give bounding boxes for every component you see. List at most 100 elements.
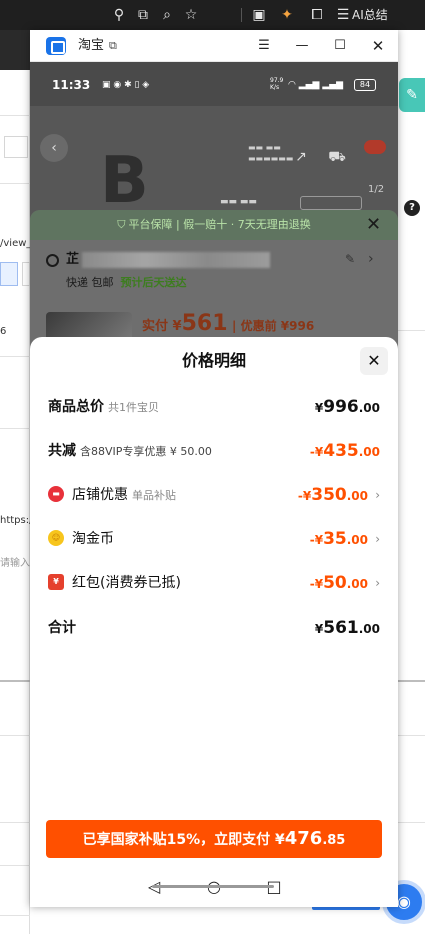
row-store-discount[interactable]: ▬ 店铺优惠 单品补贴 -¥350.00 › — [48, 483, 380, 507]
chevron-right-icon[interactable]: › — [375, 574, 380, 592]
background-selected-box[interactable] — [0, 262, 18, 286]
background-divider — [398, 680, 425, 682]
price-detail-title: 价格明细 — [181, 351, 246, 370]
address-redacted — [82, 252, 270, 268]
price-detail-close-icon[interactable]: ✕ — [360, 347, 388, 375]
amount-integer: 561 — [323, 618, 359, 638]
product-spec-button[interactable] — [300, 196, 362, 210]
row-amount: ¥561.00 — [315, 616, 380, 641]
pay-now-button[interactable]: 已享国家补贴15%，立即支付 ¥476.85 — [46, 820, 382, 858]
maximize-icon[interactable]: ☐ — [329, 35, 351, 57]
fox-extension-icon[interactable]: ✦ — [278, 6, 296, 24]
amount-currency: ¥ — [314, 401, 324, 415]
location-icon[interactable]: ⚲ — [110, 6, 128, 24]
background-page-left — [0, 30, 30, 934]
order-sheet-close-icon[interactable]: ✕ — [366, 214, 381, 236]
row-taobao-coins[interactable]: ☺ 淘金币 -¥35.00 › — [48, 527, 380, 551]
cart-badge — [364, 140, 386, 154]
background-dark-strip — [0, 30, 30, 70]
before-discount-price: | 优惠前 ¥996 — [232, 319, 315, 333]
help-icon[interactable]: ? — [404, 200, 420, 216]
shield-icon: ⛉ — [117, 218, 126, 231]
status-bar: 11:33 ▣ ◉ ✱ ▯ ◈ 97.9 K/s ◠ ▂▄▆ ▂▄▆ 84 — [30, 62, 398, 106]
row-label-text: 共减 — [48, 443, 76, 459]
background-clock-field[interactable] — [4, 136, 28, 158]
chevron-right-icon[interactable]: › — [375, 530, 380, 548]
address-name[interactable]: 芷 — [66, 252, 79, 268]
bookmark-star-icon[interactable]: ☆ — [182, 6, 200, 24]
window-title: 淘宝 — [78, 38, 105, 53]
background-url-fragment: /view_ — [0, 238, 32, 249]
background-divider — [0, 915, 30, 916]
signal-icons: ◠ ▂▄▆ ▂▄▆ — [288, 80, 344, 90]
phone-screen: 11:33 ▣ ◉ ✱ ▯ ◈ 97.9 K/s ◠ ▂▄▆ ▂▄▆ 84 ‹ B… — [30, 62, 398, 907]
close-window-icon[interactable]: ✕ — [367, 35, 389, 57]
background-divider — [0, 680, 30, 682]
amount-decimal: .00 — [358, 622, 380, 636]
row-label-text: 合计 — [48, 620, 76, 636]
toolbar-divider — [241, 8, 242, 22]
product-spec-graphic: ▬▬ ▬▬ — [220, 197, 257, 207]
background-divider — [0, 428, 30, 429]
status-notification-icons: ▣ ◉ ✱ ▯ ◈ — [102, 80, 150, 90]
amount-currency: -¥ — [297, 489, 312, 503]
background-field-value: 6 — [0, 326, 7, 337]
window-titlebar[interactable]: 淘宝 ⧉ ☰ — ☐ ✕ — [30, 30, 398, 62]
ai-summary-button[interactable]: AI总结 — [352, 6, 388, 24]
shipping-method: 快递 包邮 — [66, 276, 114, 289]
menu-icon[interactable]: ☰ — [253, 35, 275, 57]
chevron-right-icon[interactable]: › — [368, 251, 374, 267]
net-speed-unit: K/s — [270, 84, 280, 91]
pin-window-icon[interactable]: ⧉ — [109, 39, 117, 53]
background-divider — [0, 865, 30, 866]
background-page-right — [398, 30, 425, 934]
row-sublabel: 单品补贴 — [132, 489, 176, 502]
chevron-right-icon[interactable]: › — [375, 486, 380, 504]
background-input-placeholder[interactable]: 请输入 — [0, 554, 30, 569]
amount-currency: -¥ — [309, 533, 324, 547]
background-divider — [398, 330, 425, 331]
background-box[interactable] — [22, 262, 30, 286]
delivery-estimate: 预计后天送达 — [120, 276, 187, 289]
guarantee-text: 平台保障 | 假一赔十 · 7天无理由退换 — [128, 218, 311, 231]
row-red-packet[interactable]: ¥ 红包(消费券已抵) -¥50.00 › — [48, 571, 380, 595]
row-label-text: 商品总价 — [48, 399, 104, 415]
mirror-window: 淘宝 ⧉ ☰ — ☐ ✕ 11:33 ▣ ◉ ✱ ▯ ◈ 97.9 K/s ◠ ▂… — [30, 30, 398, 907]
amount-decimal: .00 — [346, 533, 368, 547]
cart-icon[interactable]: ⛟ — [326, 146, 348, 168]
coin-icon: ☺ — [48, 530, 64, 546]
puzzle-icon[interactable]: ⧠ — [308, 6, 326, 24]
row-sublabel: 共1件宝贝 — [108, 401, 159, 414]
row-sublabel: 含88VIP专享优惠 ¥ 50.00 — [80, 445, 212, 458]
price-detail-sheet: 价格明细 ✕ 商品总价 共1件宝贝 ¥996.00 共减 含88VIP专享优惠 ¥ … — [30, 337, 398, 907]
paid-label: 实付 ¥ — [142, 319, 182, 334]
row-label-text: 店铺优惠 — [72, 487, 128, 503]
back-icon[interactable]: ‹ — [40, 134, 68, 162]
row-label-text: 红包(消费券已抵) — [72, 575, 181, 591]
background-divider — [0, 822, 30, 823]
zoom-icon[interactable]: ⌕ — [158, 6, 176, 24]
browser-toolbar: ⚲ ⧉ ⌕ ☆ ▣ ✦ ⧠ ☰ AI总结 — [0, 0, 425, 30]
amount-currency: ¥ — [314, 622, 324, 636]
row-label: 店铺优惠 单品补贴 — [72, 485, 176, 506]
row-amount: -¥35.00 — [310, 527, 368, 552]
gesture-handle[interactable] — [152, 885, 274, 888]
share-icon[interactable]: ↗ — [290, 146, 312, 168]
amount-decimal: .00 — [358, 445, 380, 459]
extension-icon[interactable]: ▣ — [250, 6, 268, 24]
battery-icon: 84 — [354, 79, 376, 91]
amount-integer: 50 — [323, 573, 347, 593]
amount-decimal: .00 — [358, 401, 380, 415]
amount-integer: 350 — [311, 485, 347, 505]
reading-list-icon[interactable]: ☰ — [334, 6, 352, 24]
row-label: 合计 — [48, 618, 76, 638]
side-assistant-tab[interactable]: ✎ — [399, 78, 425, 112]
screenshot-icon[interactable]: ⧉ — [134, 6, 152, 24]
amount-decimal: .00 — [346, 577, 368, 591]
edit-address-icon[interactable]: ✎ — [345, 252, 355, 266]
net-speed: 97.9 K/s — [270, 77, 283, 91]
pay-amount-integer: 476 — [284, 828, 323, 849]
background-divider — [398, 735, 425, 736]
minimize-icon[interactable]: — — [291, 35, 313, 57]
mirror-app-icon — [46, 37, 66, 55]
